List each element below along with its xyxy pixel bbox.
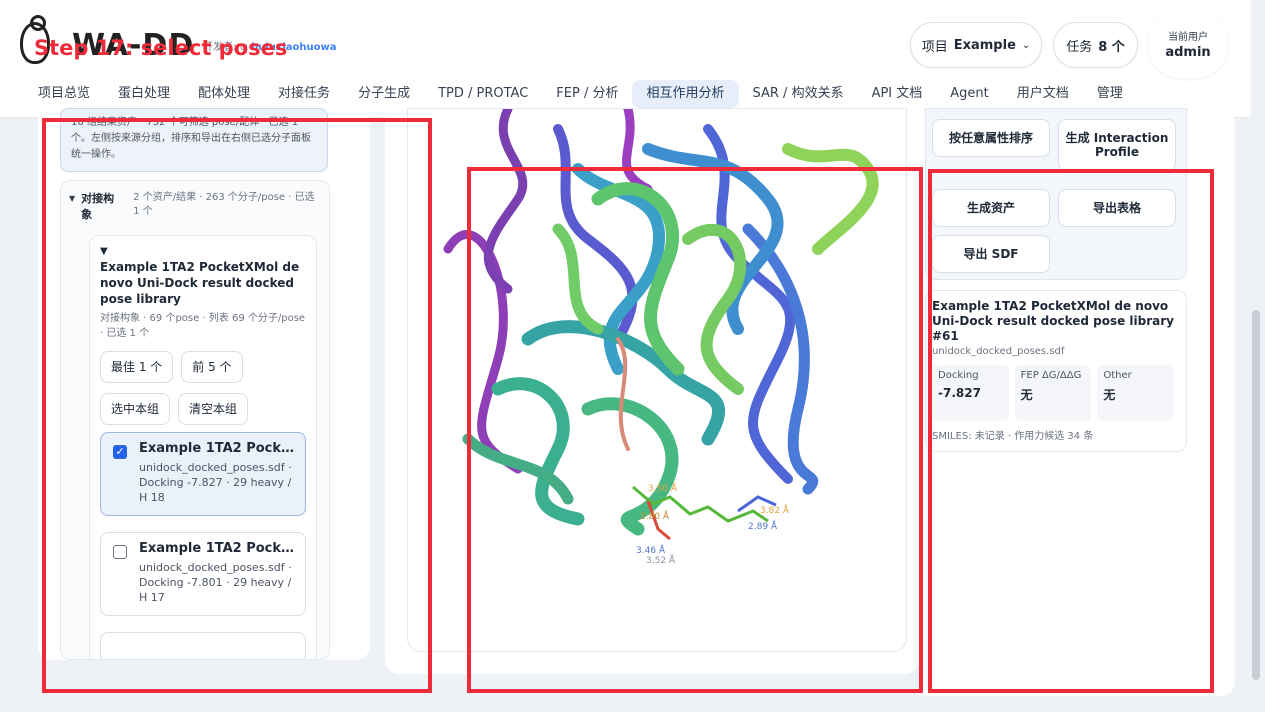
nav-tab[interactable]: 蛋白处理 (104, 80, 184, 108)
nav-tab[interactable]: SAR / 构效关系 (739, 80, 858, 108)
nav-tab[interactable]: API 文档 (858, 80, 937, 108)
project-label: 项目 (921, 39, 948, 55)
highlight-box-middle (467, 167, 923, 693)
nav-tab[interactable]: 管理 (1083, 80, 1137, 108)
task-label: 任务 (1066, 39, 1093, 55)
nav-tab[interactable]: FEP / 分析 (542, 80, 632, 108)
nav-tab[interactable]: TPD / PROTAC (424, 80, 542, 108)
generate-interaction-profile-button[interactable]: 生成 Interaction Profile (1058, 119, 1176, 171)
nav-tab[interactable]: Agent (936, 80, 1002, 108)
task-count: 8 个 (1098, 39, 1125, 55)
current-user[interactable]: 当前用户 admin (1148, 12, 1228, 78)
highlight-box-left (42, 118, 432, 693)
step-label: Step 17: select poses (34, 36, 288, 60)
nav-tab[interactable]: 相互作用分析 (632, 80, 739, 108)
main-nav: 项目总览 蛋白处理 配体处理 对接任务 分子生成 TPD / PROTAC FEP / 分析… (24, 80, 1137, 108)
highlight-box-right (928, 169, 1214, 693)
task-counter[interactable]: 任务 8 个 (1053, 22, 1138, 68)
chevron-down-icon: ⌄ (1021, 39, 1031, 51)
sort-by-property-button[interactable]: 按任意属性排序 (932, 119, 1050, 157)
nav-tab[interactable]: 用户文档 (1003, 80, 1083, 108)
user-name: admin (1165, 45, 1211, 60)
nav-tab[interactable]: 对接任务 (264, 80, 344, 108)
nav-tab[interactable]: 项目总览 (24, 80, 104, 108)
project-selector[interactable]: 项目 Example ⌄ (910, 22, 1042, 68)
project-value: Example (953, 37, 1016, 53)
nav-tab[interactable]: 配体处理 (184, 80, 264, 108)
user-caption: 当前用户 (1168, 32, 1208, 43)
page-scrollbar[interactable] (1252, 310, 1260, 680)
nav-tab[interactable]: 分子生成 (344, 80, 424, 108)
